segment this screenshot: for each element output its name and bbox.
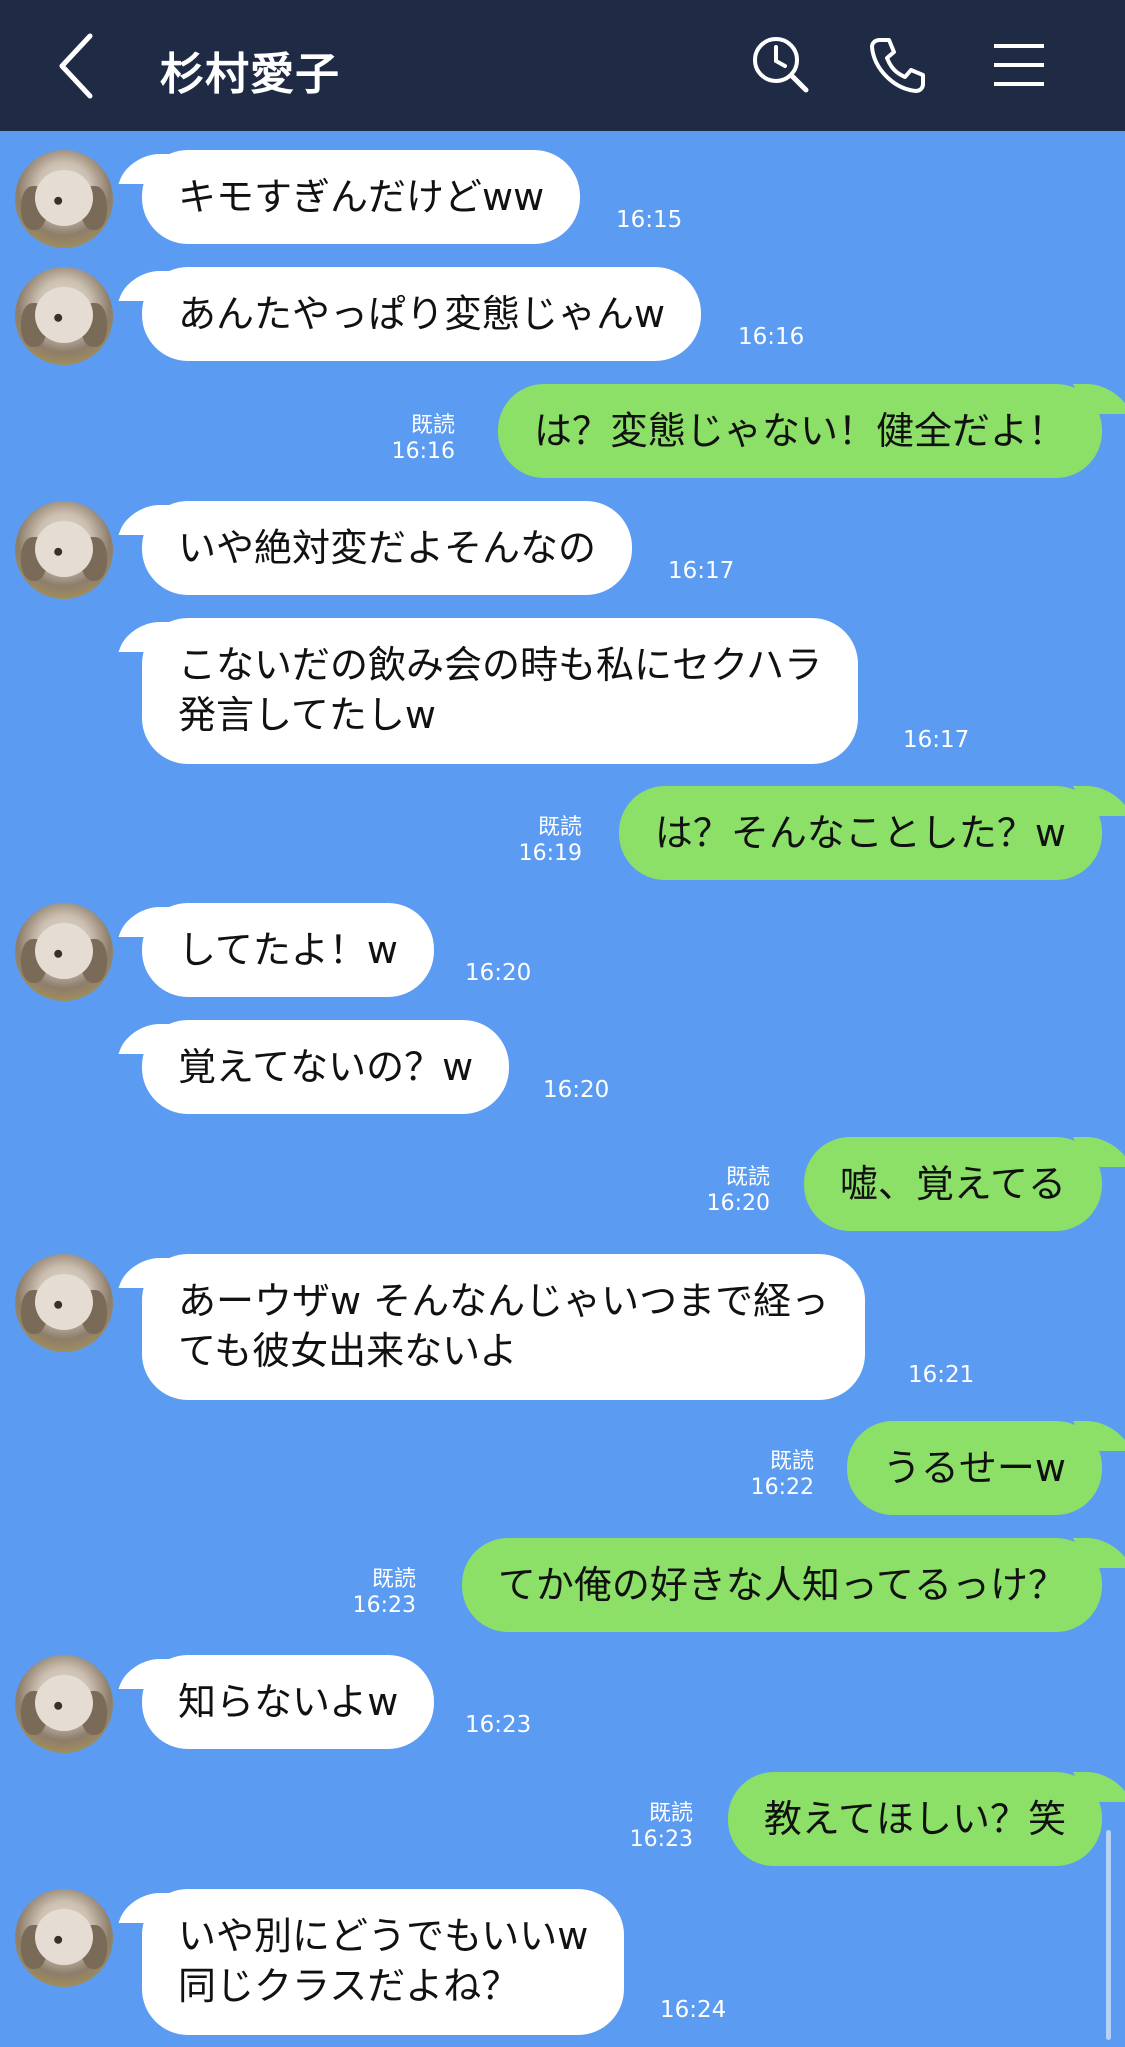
message-time: 16:20 (706, 1191, 770, 1216)
incoming-message[interactable]: してたよ！w (142, 903, 434, 997)
contact-avatar[interactable] (15, 1254, 113, 1352)
message-time: 16:21 (908, 1362, 975, 1388)
message-line: 発言してたしw (178, 693, 436, 737)
message-time: 16:24 (660, 1997, 727, 2023)
message-line: あーウザw そんなんじゃいつまで経っ (178, 1279, 830, 1323)
incoming-message[interactable]: キモすぎんだけどww (142, 150, 581, 244)
incoming-message[interactable]: こないだの飲み会の時も私にセクハラ 発言してたしw (142, 618, 859, 764)
contact-avatar[interactable] (15, 150, 113, 248)
read-receipt: 既読 (537, 815, 582, 840)
contact-avatar[interactable] (15, 1889, 113, 1987)
read-receipt: 既読 (648, 1801, 693, 1826)
chat-title: 杉村愛子 (160, 49, 340, 100)
incoming-message[interactable]: 知らないよw (142, 1655, 435, 1749)
message-read-meta: 既読 16:22 (751, 1449, 814, 1501)
incoming-message[interactable]: いや別にどうでもいいw 同じクラスだよね？ (142, 1889, 625, 2035)
search-icon[interactable] (750, 34, 812, 96)
back-chevron-icon[interactable] (52, 28, 112, 104)
contact-avatar[interactable] (15, 267, 113, 365)
incoming-message[interactable]: あんたやっぱり変態じゃんw (142, 267, 702, 361)
chat-header: 杉村愛子 (0, 0, 1125, 131)
outgoing-message[interactable]: は？変態じゃない！健全だよ！ (497, 384, 1102, 478)
message-line: いや別にどうでもいいw (178, 1914, 589, 1958)
message-time: 16:23 (465, 1712, 532, 1738)
message-time: 16:20 (465, 960, 532, 986)
message-read-meta: 既読 16:19 (519, 815, 582, 867)
contact-avatar[interactable] (15, 903, 113, 1001)
outgoing-message[interactable]: 嘘、覚えてる (803, 1137, 1102, 1231)
message-time: 16:19 (518, 841, 582, 866)
message-read-meta: 既読 16:20 (707, 1165, 770, 1217)
message-line: 同じクラスだよね？ (178, 1964, 520, 2008)
message-read-meta: 既読 16:23 (630, 1801, 693, 1853)
scrollbar[interactable] (1106, 1830, 1111, 2040)
message-time: 16:17 (903, 727, 970, 753)
menu-icon[interactable] (988, 34, 1050, 96)
message-line: こないだの飲み会の時も私にセクハラ (178, 643, 823, 687)
read-receipt: 既読 (769, 1449, 814, 1474)
message-read-meta: 既読 16:23 (353, 1567, 416, 1619)
message-time: 16:20 (543, 1077, 610, 1103)
message-time: 16:16 (738, 324, 805, 350)
message-time: 16:16 (391, 439, 455, 464)
message-line: ても彼女出来ないよ (178, 1329, 518, 1373)
message-time: 16:15 (616, 207, 683, 233)
incoming-message[interactable]: いや絶対変だよそんなの (142, 501, 633, 595)
contact-avatar[interactable] (15, 501, 113, 599)
incoming-message[interactable]: 覚えてないの？w (142, 1020, 510, 1114)
outgoing-message[interactable]: 教えてほしい？笑 (727, 1772, 1102, 1866)
outgoing-message[interactable]: てか俺の好きな人知ってるっけ？ (461, 1538, 1102, 1632)
read-receipt: 既読 (410, 413, 455, 438)
outgoing-message[interactable]: うるせーw (846, 1421, 1102, 1515)
message-time: 16:23 (352, 1593, 416, 1618)
message-time: 16:17 (668, 558, 735, 584)
message-read-meta: 既読 16:16 (392, 413, 455, 465)
phone-icon[interactable] (866, 34, 928, 96)
message-time: 16:23 (629, 1827, 693, 1852)
message-time: 16:22 (750, 1475, 814, 1500)
contact-avatar[interactable] (15, 1655, 113, 1753)
incoming-message[interactable]: あーウザw そんなんじゃいつまで経っ ても彼女出来ないよ (142, 1254, 866, 1400)
read-receipt: 既読 (371, 1567, 416, 1592)
read-receipt: 既読 (725, 1165, 770, 1190)
outgoing-message[interactable]: は？そんなことした？w (618, 786, 1102, 880)
